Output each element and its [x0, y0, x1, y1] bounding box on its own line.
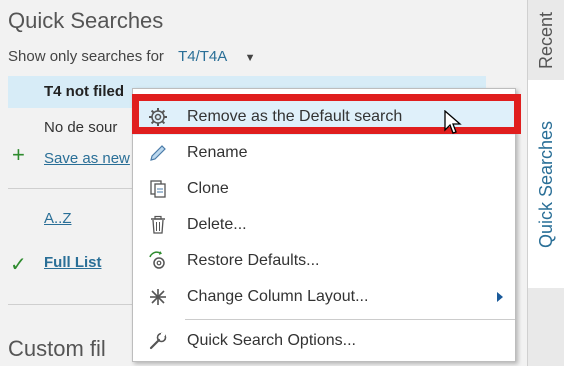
tab-recent-label: Recent	[536, 11, 557, 69]
submenu-arrow-icon	[497, 292, 503, 302]
checkmark-icon: ✓	[10, 254, 27, 276]
tab-quick-searches-label: Quick Searches	[536, 120, 556, 248]
plus-icon[interactable]: +	[12, 144, 25, 166]
a-z-link[interactable]: A..Z	[44, 210, 72, 227]
chevron-down-icon[interactable]: ▼	[245, 52, 256, 64]
panel-title: Quick Searches	[8, 8, 164, 33]
columns-icon	[147, 286, 169, 308]
menu-item-label: Quick Search Options...	[187, 332, 356, 349]
wrench-icon	[147, 330, 169, 352]
custom-filters-heading: Custom fil	[8, 336, 106, 361]
filter-row: Show only searches for T4/T4A ▼	[8, 48, 256, 65]
restore-gear-icon	[147, 250, 169, 272]
highlight-box	[132, 94, 521, 134]
filter-label: Show only searches for	[8, 48, 164, 65]
menu-item-restore-defaults[interactable]: Restore Defaults...	[133, 243, 515, 279]
menu-item-label: Rename	[187, 144, 248, 161]
pencil-icon	[147, 142, 169, 164]
clone-icon	[147, 178, 169, 200]
trash-icon	[147, 214, 169, 236]
side-tabs: Recent Quick Searches	[527, 0, 564, 366]
menu-item-clone[interactable]: Clone	[133, 171, 515, 207]
menu-divider	[185, 319, 515, 320]
menu-item-label: Delete...	[187, 216, 247, 233]
filter-dropdown[interactable]: T4/T4A	[178, 48, 226, 65]
menu-item-delete[interactable]: Delete...	[133, 207, 515, 243]
save-as-new-link[interactable]: Save as new	[44, 150, 130, 167]
tab-quick-searches[interactable]: Quick Searches	[528, 84, 564, 284]
tab-empty	[528, 288, 564, 366]
mouse-cursor-icon	[444, 109, 462, 141]
menu-item-quick-search-options[interactable]: Quick Search Options...	[133, 323, 515, 359]
menu-item-change-column-layout[interactable]: Change Column Layout...	[133, 279, 515, 315]
menu-item-label: Restore Defaults...	[187, 252, 320, 269]
tab-recent[interactable]: Recent	[528, 0, 564, 80]
full-list-link[interactable]: Full List	[44, 254, 102, 271]
menu-item-label: Change Column Layout...	[187, 288, 369, 305]
menu-item-label: Clone	[187, 180, 229, 197]
